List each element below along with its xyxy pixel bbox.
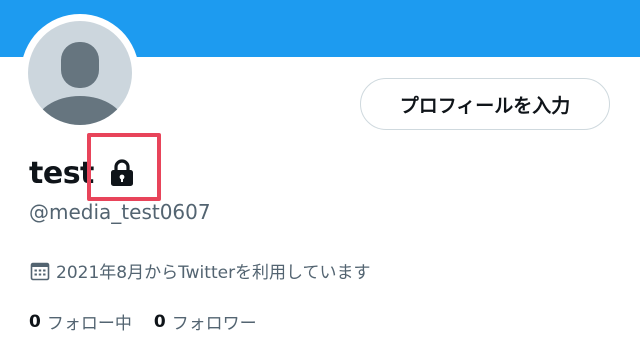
following-label: フォロー中 bbox=[46, 314, 132, 334]
joined-date-text: 2021年8月からTwitterを利用しています bbox=[56, 263, 371, 283]
user-handle: @media_test0607 bbox=[29, 200, 211, 224]
followers-count: 0 bbox=[153, 311, 166, 332]
joined-date-row: 2021年8月からTwitterを利用しています bbox=[30, 258, 371, 283]
followers-label: フォロワー bbox=[171, 314, 257, 334]
follow-stats: 0 フォロー中 0 フォロワー bbox=[29, 309, 279, 335]
highlight-box bbox=[87, 133, 161, 201]
default-avatar-icon bbox=[28, 21, 132, 125]
following-link[interactable]: 0 フォロー中 bbox=[29, 309, 132, 335]
followers-link[interactable]: 0 フォロワー bbox=[153, 309, 257, 335]
calendar-icon bbox=[30, 261, 50, 281]
profile-page: プロフィールを入力 test @media_test0607 2021年8月から… bbox=[0, 0, 640, 360]
edit-profile-button[interactable]: プロフィールを入力 bbox=[360, 78, 610, 130]
display-name: test bbox=[29, 155, 94, 191]
following-count: 0 bbox=[29, 311, 41, 332]
avatar[interactable] bbox=[21, 14, 139, 132]
